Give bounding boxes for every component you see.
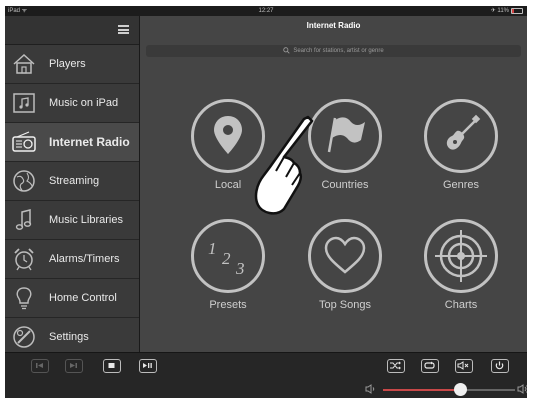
sidebar-item-label: Music on iPad xyxy=(49,97,119,109)
tile-label: Top Songs xyxy=(319,299,371,311)
next-button[interactable] xyxy=(65,359,83,373)
shuffle-icon xyxy=(390,361,401,370)
tile-label: Presets xyxy=(209,299,247,311)
volume-slider-track[interactable] xyxy=(383,389,515,391)
radio-icon xyxy=(12,131,36,152)
power-icon xyxy=(495,361,504,370)
music-note-icon xyxy=(15,209,32,230)
ipad-screen: iPad ᯤ 12:27 ✈ 11% Players Music on iPad… xyxy=(5,6,527,398)
lightbulb-icon xyxy=(16,287,32,310)
previous-button[interactable] xyxy=(31,359,49,373)
tile-genres[interactable]: Genres xyxy=(416,99,512,209)
flag-icon xyxy=(327,117,365,153)
search-input[interactable]: Search for stations, artist or genre xyxy=(146,45,521,57)
tile-top-songs[interactable]: Top Songs xyxy=(300,219,396,329)
sidebar-item-music-libraries[interactable]: Music Libraries xyxy=(5,201,139,240)
sidebar-item-label: Internet Radio xyxy=(49,135,130,149)
tile-ring xyxy=(424,219,498,293)
pointing-hand-icon xyxy=(254,115,314,215)
sidebar-item-label: Home Control xyxy=(49,292,117,304)
playback-bar xyxy=(5,352,527,398)
presets-123-icon: 1 2 3 xyxy=(208,239,245,278)
volume-high-icon xyxy=(517,384,527,394)
tile-presets[interactable]: 1 2 3 Presets xyxy=(183,219,279,329)
mute-button[interactable] xyxy=(455,359,473,373)
volume-slider-thumb[interactable] xyxy=(453,383,467,396)
stop-icon xyxy=(108,363,115,368)
sidebar-item-label: Alarms/Timers xyxy=(49,253,120,265)
power-button[interactable] xyxy=(491,359,509,373)
house-icon xyxy=(13,53,35,74)
search-icon xyxy=(283,47,290,54)
alarm-clock-icon xyxy=(14,248,34,271)
previous-icon xyxy=(36,363,43,368)
target-icon xyxy=(435,230,487,282)
main-content: Internet Radio Search for stations, arti… xyxy=(140,16,527,352)
menu-icon[interactable] xyxy=(118,25,129,34)
stop-button[interactable] xyxy=(103,359,121,373)
play-pause-button[interactable] xyxy=(139,359,157,373)
sidebar-item-label: Music Libraries xyxy=(49,214,123,226)
svg-text:3: 3 xyxy=(235,259,245,278)
repeat-button[interactable] xyxy=(421,359,439,373)
tile-ring: 1 2 3 xyxy=(191,219,265,293)
sidebar-item-label: Streaming xyxy=(49,175,100,187)
tile-ring xyxy=(424,99,498,173)
volume-low-icon xyxy=(365,384,375,394)
battery-label: ✈ 11% xyxy=(490,8,509,14)
sidebar-header xyxy=(5,16,139,45)
search-placeholder: Search for stations, artist or genre xyxy=(293,48,384,54)
battery-indicator: ✈ 11% xyxy=(491,6,523,16)
sidebar-item-home-control[interactable]: Home Control xyxy=(5,279,139,318)
sidebar-item-label: Settings xyxy=(49,331,89,343)
sidebar-item-alarms-timers[interactable]: Alarms/Timers xyxy=(5,240,139,279)
mute-icon xyxy=(457,361,469,370)
volume-slider-fill xyxy=(383,389,460,391)
tile-charts[interactable]: Charts xyxy=(416,219,512,329)
page-title: Internet Radio xyxy=(306,21,361,30)
sidebar-item-players[interactable]: Players xyxy=(5,45,139,84)
next-icon xyxy=(70,363,77,368)
guitar-icon xyxy=(446,114,481,150)
sidebar-item-internet-radio[interactable]: Internet Radio xyxy=(5,123,139,162)
sidebar-item-music-on-ipad[interactable]: Music on iPad xyxy=(5,84,139,123)
svg-text:2: 2 xyxy=(222,249,231,268)
music-note-icon xyxy=(13,93,35,113)
tile-label: Genres xyxy=(442,179,480,191)
clock: 12:27 xyxy=(258,8,274,14)
svg-text:1: 1 xyxy=(208,239,217,258)
play-pause-icon xyxy=(143,363,152,368)
repeat-icon xyxy=(424,361,435,369)
tile-ring xyxy=(308,219,382,293)
tile-label: Charts xyxy=(444,299,478,311)
shuffle-button[interactable] xyxy=(387,359,405,373)
battery-icon xyxy=(511,8,523,14)
sidebar: Players Music on iPad Internet Radio Str… xyxy=(5,16,140,357)
sidebar-item-label: Players xyxy=(49,58,86,70)
globe-icon xyxy=(13,170,35,192)
sidebar-item-streaming[interactable]: Streaming xyxy=(5,162,139,201)
heart-icon xyxy=(324,236,366,274)
settings-icon xyxy=(13,326,35,348)
status-bar: iPad ᯤ 12:27 ✈ 11% xyxy=(5,6,527,16)
